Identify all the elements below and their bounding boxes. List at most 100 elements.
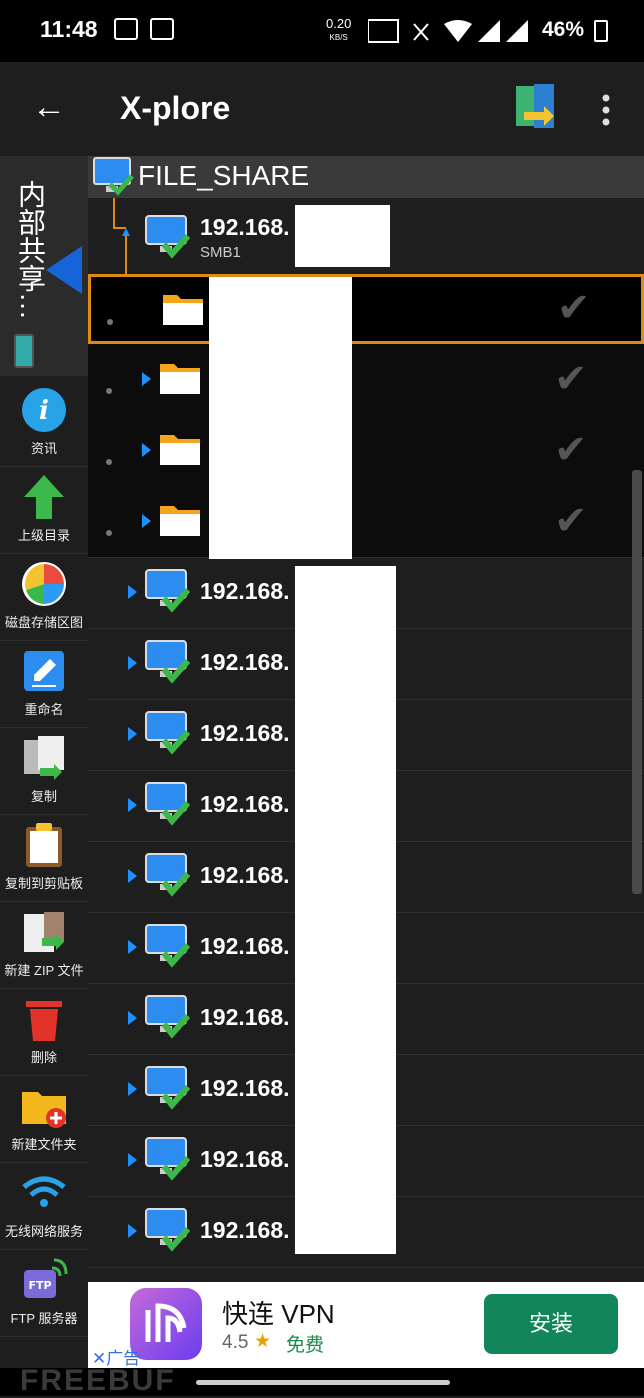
expand-arrow-icon[interactable] [128, 1011, 137, 1025]
folder-icon [160, 364, 200, 394]
host-ip: 192.168. [200, 791, 290, 817]
install-button[interactable]: 安装 [484, 1294, 618, 1354]
sidebar-item-delete[interactable]: 删除 [0, 989, 88, 1076]
sidebar-item-new-folder[interactable]: 新建文件夹 [0, 1076, 88, 1163]
expand-arrow-icon[interactable] [128, 727, 137, 741]
expand-arrow-icon[interactable] [128, 1082, 137, 1096]
arrow-back-icon[interactable]: ← [32, 90, 66, 124]
host-ip: 192.168. [200, 1217, 290, 1243]
pane-tab-label: 内部共享… [15, 180, 46, 320]
scrollbar[interactable] [632, 470, 642, 894]
expand-arrow-icon[interactable] [128, 656, 137, 670]
tree-root-header[interactable]: FILE_SHARE [88, 156, 644, 198]
sidebar-item-disk-map[interactable]: 磁盘存储区图 [0, 554, 88, 641]
overflow-menu-icon[interactable] [600, 94, 612, 126]
expand-arrow-icon[interactable] [128, 869, 137, 883]
bullet-dot [107, 319, 113, 325]
sidebar-item-info[interactable]: i 资讯 [0, 380, 88, 467]
network-computer-icon [93, 157, 134, 196]
folder-row[interactable]: ✔ [88, 415, 644, 487]
sidebar-item-wifi-server[interactable]: 无线网络服务 [0, 1163, 88, 1250]
folder-icon [160, 435, 200, 465]
ad-rating: 4.5 [222, 1332, 249, 1353]
server-ip: 192.168. [200, 214, 290, 240]
disk-map-icon [22, 562, 66, 606]
checkmark-icon[interactable]: ✔ [554, 498, 588, 544]
expand-arrow-icon[interactable] [128, 798, 137, 812]
host-ip: 192.168. [200, 720, 290, 746]
battery-level: 46% [542, 18, 585, 41]
sidebar-item-copy[interactable]: 复制 [0, 728, 88, 815]
info-icon: i [22, 388, 66, 432]
tree-root-label: FILE_SHARE [138, 160, 310, 191]
star-icon: ★ [254, 1331, 272, 1352]
bullet-dot [106, 530, 112, 536]
bullet-dot [106, 459, 112, 465]
folder-row-selected[interactable]: ✔ [88, 274, 644, 344]
notification-icon [114, 18, 138, 40]
gallery-icon [150, 18, 174, 40]
checkmark-icon[interactable]: ✔ [554, 427, 588, 473]
watermark: FREEBUF [20, 1364, 176, 1397]
network-speed: 0.20 KB/S [326, 16, 352, 42]
new-folder-icon [22, 1092, 66, 1128]
sidebar-item-label: 磁盘存储区图 [4, 615, 83, 630]
host-ip: 192.168. [200, 578, 290, 604]
sidebar-item-ftp-server[interactable]: FTP FTP 服务器 [0, 1250, 88, 1337]
copy-icon [24, 736, 64, 780]
network-computer-icon [145, 853, 190, 897]
checkmark-icon[interactable]: ✔ [554, 356, 588, 402]
network-computer-icon [145, 995, 190, 1039]
sidebar-item-parent-dir[interactable]: 上级目录 [0, 467, 88, 554]
expand-arrow-icon[interactable] [128, 1153, 137, 1167]
vpn-app-icon [130, 1288, 202, 1360]
sidebar-item-label: 复制 [30, 789, 57, 804]
network-computer-icon [145, 569, 190, 613]
sidebar-item-copy-to-clipboard[interactable]: 复制到剪贴板 [0, 815, 88, 902]
folder-row[interactable]: ✔ [88, 486, 644, 558]
expand-arrow-icon[interactable] [128, 1224, 137, 1238]
sidebar-item-label: 复制到剪贴板 [4, 876, 83, 891]
app-title: X-plore [120, 90, 231, 126]
ad-banner[interactable]: 快连 VPN 4.5 ★ 免费 安装 ✕广告 [88, 1282, 644, 1368]
bullet-dot [106, 388, 112, 394]
sidebar-item-label: 删除 [30, 1050, 57, 1065]
phone-icon [14, 334, 34, 368]
folder-icon [160, 506, 200, 536]
network-computer-icon [145, 1066, 190, 1110]
redaction-block [295, 566, 396, 1254]
app-bar: ← X-plore [0, 62, 644, 156]
sidebar-item-new-zip[interactable]: 新建 ZIP 文件 [0, 902, 88, 989]
expand-arrow-icon[interactable] [142, 372, 151, 386]
sidebar-item-label: 无线网络服务 [4, 1224, 83, 1239]
ad-price: 免费 [286, 1335, 325, 1356]
expand-arrow-icon[interactable] [142, 443, 151, 457]
svg-text:i: i [39, 396, 49, 426]
home-gesture-pill[interactable] [196, 1380, 450, 1385]
rename-icon [24, 651, 64, 691]
network-computer-icon [145, 640, 190, 684]
wifi-icon [22, 1176, 66, 1207]
status-bar: 11:48 0.20 KB/S 46% [0, 0, 644, 62]
expand-arrow-icon[interactable] [142, 514, 151, 528]
host-ip: 192.168. [200, 1075, 290, 1101]
server-protocol: SMB1 [200, 244, 241, 261]
sidebar-item-label: FTP 服务器 [10, 1311, 78, 1326]
checkmark-icon[interactable]: ✔ [557, 285, 591, 331]
up-arrow-icon [24, 475, 64, 519]
folder-icon [163, 295, 203, 325]
pane-tab[interactable]: 内部共享… [0, 156, 88, 376]
network-computer-icon [145, 782, 190, 826]
sidebar-item-label: 新建 ZIP 文件 [4, 963, 84, 978]
expand-arrow-icon[interactable] [128, 585, 137, 599]
expand-arrow-icon[interactable] [128, 940, 137, 954]
host-ip: 192.168. [200, 1146, 290, 1172]
switch-pane-icon[interactable] [514, 82, 558, 134]
host-ip: 192.168. [200, 649, 290, 675]
ad-app-name: 快连 VPN [222, 1299, 335, 1329]
sidebar-item-label: 重命名 [24, 702, 64, 717]
network-computer-icon [145, 924, 190, 968]
redaction-block [209, 277, 352, 559]
sidebar-item-rename[interactable]: 重命名 [0, 641, 88, 728]
folder-row[interactable]: ✔ [88, 344, 644, 416]
